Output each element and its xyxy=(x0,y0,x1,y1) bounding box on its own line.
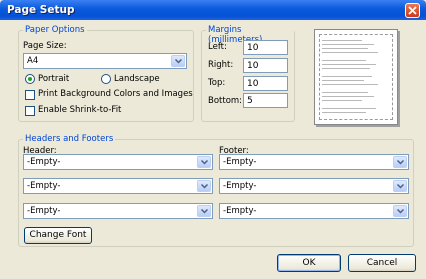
preview-text-line xyxy=(322,108,376,109)
header-select-3-dropdown-button[interactable] xyxy=(197,205,211,217)
preview-text-line xyxy=(322,44,374,45)
page-setup-dialog: Page Setup Paper Options Page Size: A4 P… xyxy=(0,0,426,279)
chevron-down-icon xyxy=(397,160,404,165)
preview-text-line xyxy=(322,96,374,97)
close-icon xyxy=(408,6,417,15)
header-select-1-dropdown-button[interactable] xyxy=(197,156,211,168)
footer-select-3[interactable]: -Empty- xyxy=(219,203,409,219)
preview-text-line xyxy=(322,68,370,69)
footer-select-1-value: -Empty- xyxy=(223,157,257,167)
shrink-to-fit-checkbox[interactable] xyxy=(25,106,35,116)
preview-text-line xyxy=(322,100,362,101)
chevron-down-icon xyxy=(397,209,404,214)
ok-button[interactable]: OK xyxy=(277,254,341,272)
left-margin-label: Left: xyxy=(208,42,227,52)
preview-text-line xyxy=(322,112,366,113)
preview-text-line xyxy=(322,92,368,93)
headers-footers-legend: Headers and Footers xyxy=(23,134,116,144)
chevron-down-icon xyxy=(175,59,182,64)
chevron-down-icon xyxy=(201,160,208,165)
close-button[interactable] xyxy=(405,3,420,18)
chevron-down-icon xyxy=(201,184,208,189)
chevron-down-icon xyxy=(201,209,208,214)
portrait-radio[interactable] xyxy=(25,74,35,84)
print-background-checkbox[interactable] xyxy=(25,90,35,100)
page-size-label: Page Size: xyxy=(23,41,67,51)
preview-text-line xyxy=(322,60,366,61)
shrink-to-fit-label[interactable]: Enable Shrink-to-Fit xyxy=(38,105,121,115)
cancel-button[interactable]: Cancel xyxy=(348,254,416,272)
top-margin-label: Top: xyxy=(208,78,226,88)
landscape-radio[interactable] xyxy=(101,74,111,84)
preview-text-line xyxy=(322,76,372,77)
header-select-3-value: -Empty- xyxy=(27,206,61,216)
header-select-2-dropdown-button[interactable] xyxy=(197,180,211,192)
landscape-label[interactable]: Landscape xyxy=(114,74,160,84)
header-select-3[interactable]: -Empty- xyxy=(23,203,213,219)
footer-select-2-dropdown-button[interactable] xyxy=(393,180,407,192)
page-size-value: A4 xyxy=(27,56,39,66)
bottom-margin-label: Bottom: xyxy=(208,96,243,106)
title-bar[interactable]: Page Setup xyxy=(0,0,426,20)
left-margin-input[interactable]: 10 xyxy=(243,40,288,55)
change-font-button[interactable]: Change Font xyxy=(24,227,92,244)
footer-select-3-dropdown-button[interactable] xyxy=(393,205,407,217)
footer-select-2[interactable]: -Empty- xyxy=(219,178,409,194)
page-preview xyxy=(314,29,398,125)
right-margin-label: Right: xyxy=(208,60,234,70)
top-margin-input[interactable]: 10 xyxy=(243,76,288,91)
print-background-label[interactable]: Print Background Colors and Images xyxy=(38,89,193,99)
footer-select-3-value: -Empty- xyxy=(223,206,257,216)
header-select-1-value: -Empty- xyxy=(27,157,61,167)
portrait-radio-dot xyxy=(28,77,32,81)
preview-text-line xyxy=(322,84,378,85)
chevron-down-icon xyxy=(397,184,404,189)
footer-select-2-value: -Empty- xyxy=(223,181,257,191)
footer-select-1[interactable]: -Empty- xyxy=(219,154,409,170)
bottom-margin-input[interactable]: 5 xyxy=(243,93,288,108)
page-size-dropdown-button[interactable] xyxy=(171,55,185,67)
preview-text-line xyxy=(322,48,368,49)
portrait-label[interactable]: Portrait xyxy=(38,74,69,84)
page-size-select[interactable]: A4 xyxy=(23,53,187,69)
right-margin-input[interactable]: 10 xyxy=(243,58,288,73)
preview-text-line xyxy=(322,64,376,65)
paper-options-legend: Paper Options xyxy=(23,25,87,35)
window-title: Page Setup xyxy=(7,4,75,16)
preview-text-line xyxy=(322,40,362,41)
footer-select-1-dropdown-button[interactable] xyxy=(393,156,407,168)
preview-text-line xyxy=(322,80,364,81)
header-select-2-value: -Empty- xyxy=(27,181,61,191)
header-select-2[interactable]: -Empty- xyxy=(23,178,213,194)
header-select-1[interactable]: -Empty- xyxy=(23,154,213,170)
preview-text-line xyxy=(322,52,378,53)
